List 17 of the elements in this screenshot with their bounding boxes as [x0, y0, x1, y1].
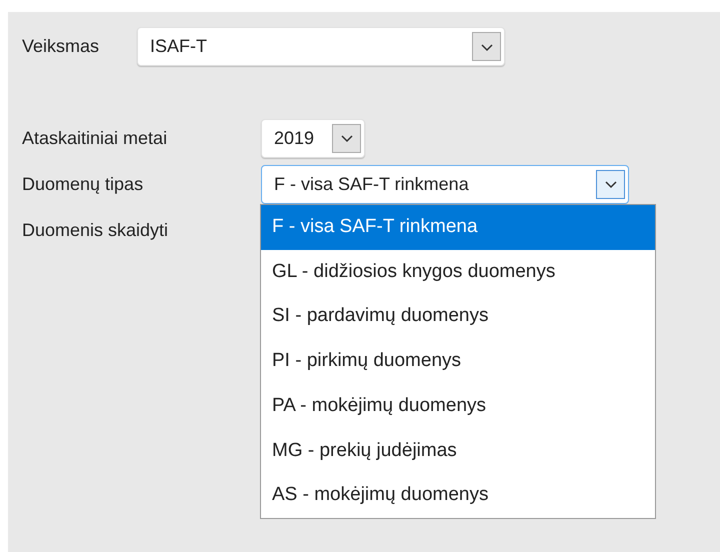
dropdown-option[interactable]: F - visa SAF-T rinkmena — [261, 205, 655, 250]
field-label: Duomenis skaidyti — [22, 218, 170, 242]
dropdown-option[interactable]: PA - mokėjimų duomenys — [261, 384, 655, 428]
dropdown-option[interactable]: AS - mokėjimų duomenys — [261, 473, 655, 518]
dropdown-select[interactable]: ISAF-T — [137, 27, 505, 66]
dropdown-option[interactable]: PI - pirkimų duomenys — [261, 339, 655, 384]
dropdown-select[interactable]: F - visa SAF-T rinkmena — [261, 164, 629, 204]
caret-icon — [596, 170, 625, 198]
dropdown-option[interactable]: SI - pardavimų duomenys — [261, 294, 655, 340]
caret-icon — [472, 32, 501, 61]
dropdown-option[interactable]: GL - didžiosios knygos duomenys — [261, 250, 655, 294]
field-label: Veiksmas — [22, 35, 100, 58]
field-label: Duomenų tipas — [22, 172, 144, 196]
dropdown-option[interactable]: MG - prekių judėjimas — [261, 428, 655, 474]
field-label: Ataskaitiniai metai — [22, 126, 168, 150]
caret-icon — [332, 124, 361, 152]
dropdown-select[interactable]: 2019 — [261, 118, 365, 158]
